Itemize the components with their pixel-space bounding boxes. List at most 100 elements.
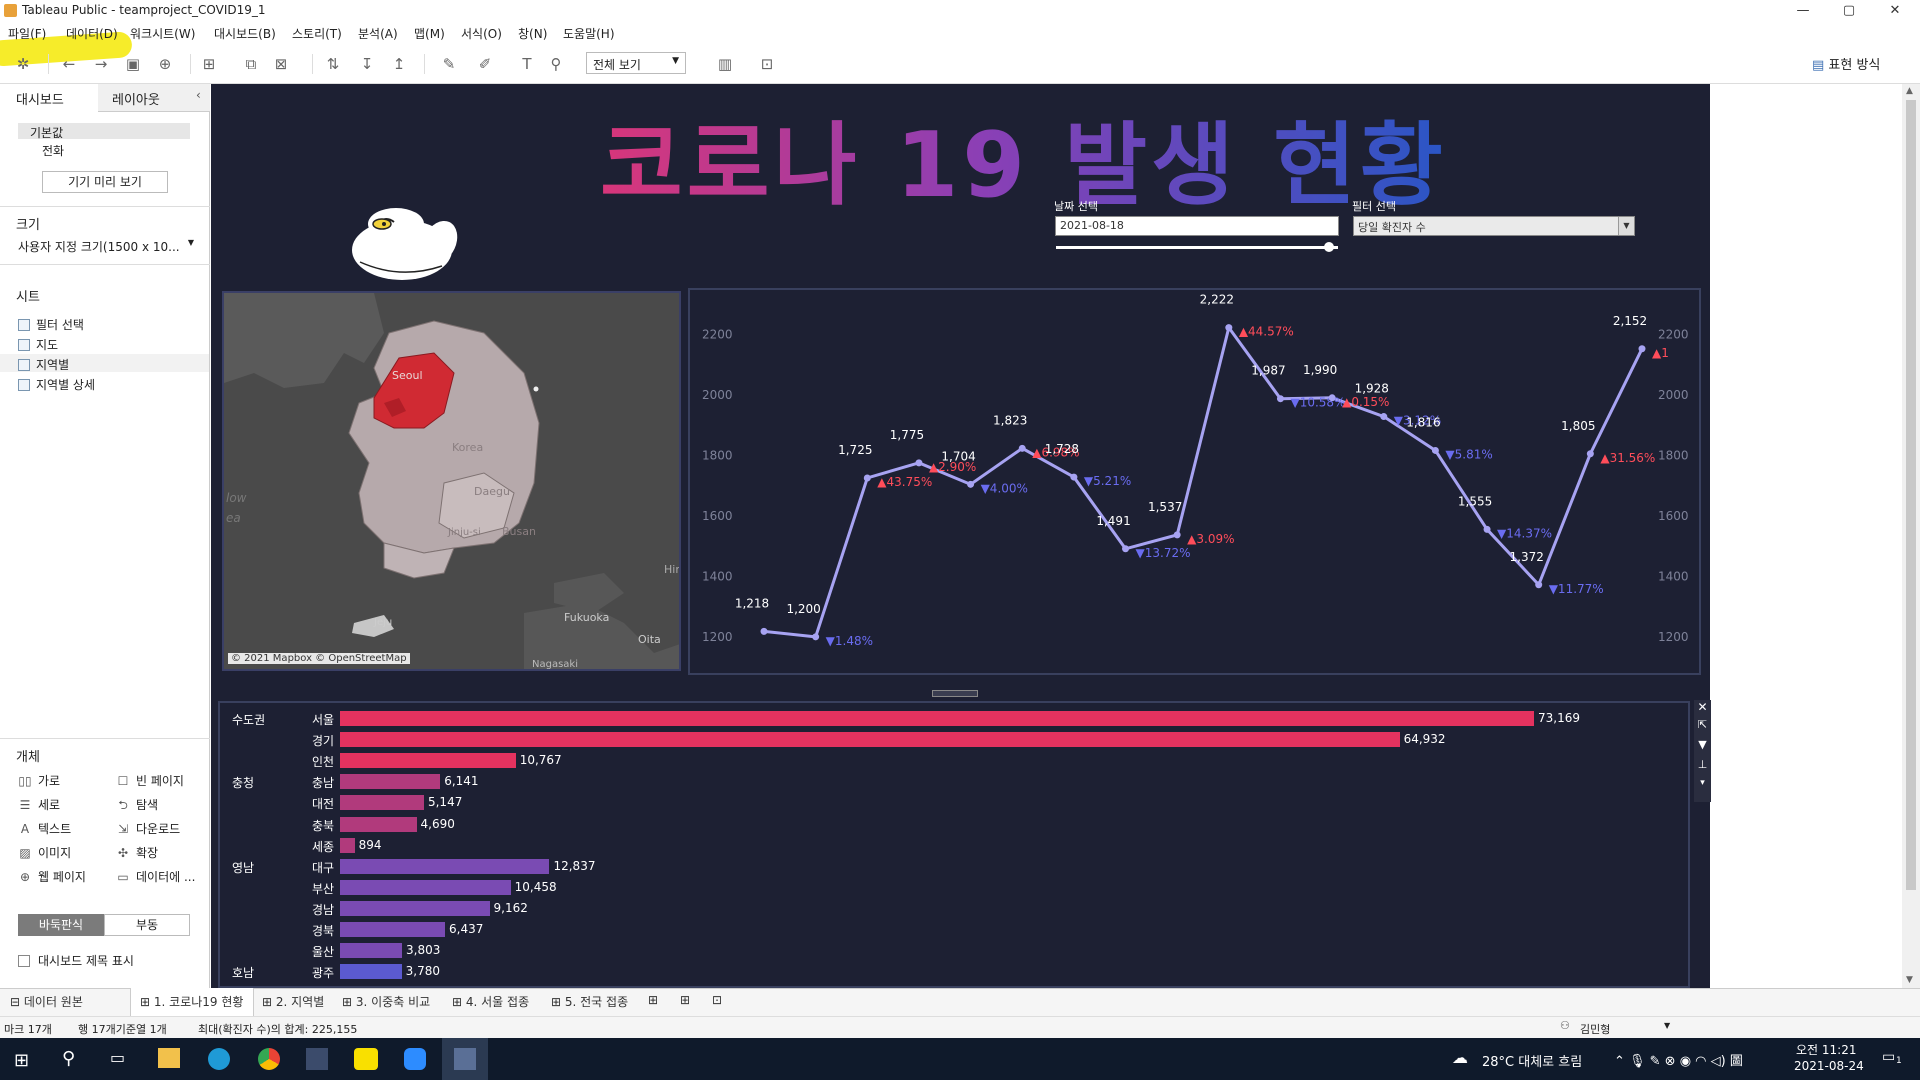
highlight-icon[interactable]: ✎ <box>438 54 460 74</box>
swap-axes-icon[interactable]: ⇅ <box>322 54 344 74</box>
tableau-logo-icon[interactable]: ✲ <box>12 54 34 74</box>
duplicate-sheet-icon[interactable]: ⧉ <box>240 54 262 74</box>
sheet-item-region[interactable]: 지역별 <box>18 356 69 373</box>
file-explorer-icon[interactable] <box>158 1048 180 1068</box>
filter-icon[interactable]: ▼ <box>1694 738 1711 758</box>
tab-layout[interactable]: 레이아웃 <box>112 89 160 108</box>
save-icon[interactable]: ▣ <box>122 54 144 74</box>
bar[interactable] <box>340 711 1534 726</box>
tableau-active-icon[interactable] <box>454 1048 476 1070</box>
scroll-down-icon[interactable]: ▼ <box>1906 975 1913 985</box>
tab-dashboard[interactable]: 대시보드 <box>16 89 64 108</box>
scrollbar-thumb[interactable] <box>1906 100 1916 890</box>
size-select[interactable]: 사용자 지정 크기(1500 x 10... ▼ <box>18 238 194 255</box>
scroll-up-icon[interactable]: ▲ <box>1906 86 1913 96</box>
edge-browser-icon[interactable] <box>208 1048 230 1070</box>
view-size-select[interactable]: 전체 보기 ▼ <box>586 52 686 74</box>
menu-analysis[interactable]: 분석(A) <box>358 25 398 42</box>
menu-window[interactable]: 창(N) <box>518 25 547 42</box>
menu-map[interactable]: 맵(M) <box>414 25 445 42</box>
tab-sheet-4[interactable]: ⊞ 4. 서울 접종 <box>452 993 529 1010</box>
sheet-item-map[interactable]: 지도 <box>18 336 58 353</box>
undo-icon[interactable]: ← <box>58 54 80 74</box>
close-button[interactable]: ✕ <box>1872 0 1918 22</box>
pin-icon[interactable]: ⊥ <box>1694 758 1711 778</box>
bar[interactable] <box>340 837 355 853</box>
bar[interactable] <box>340 795 424 811</box>
bar[interactable] <box>340 753 516 769</box>
new-datasource-icon[interactable]: ⊕ <box>154 54 176 74</box>
bar[interactable] <box>340 774 441 790</box>
bar[interactable] <box>340 964 402 980</box>
sort-ascending-icon[interactable]: ↧ <box>356 54 378 74</box>
status-user[interactable]: 김민형 <box>1580 1021 1610 1037</box>
tab-sheet-2[interactable]: ⊞ 2. 지역별 <box>262 993 324 1010</box>
bar[interactable] <box>340 879 511 895</box>
date-input[interactable]: 2021-08-18 <box>1055 216 1339 236</box>
new-story-tab-icon[interactable]: ⊡ <box>712 993 722 1007</box>
show-title-checkbox[interactable]: 대시보드 제목 표시 <box>18 952 134 969</box>
tableau-taskbar-icon[interactable] <box>306 1048 328 1070</box>
menu-dashboard[interactable]: 대시보드(B) <box>214 25 276 42</box>
object-navigation[interactable]: ⮌ 탐색 <box>116 796 158 817</box>
sort-descending-icon[interactable]: ↥ <box>388 54 410 74</box>
bar[interactable] <box>340 943 403 959</box>
tab-sheet-3[interactable]: ⊞ 3. 이중축 비교 <box>342 993 430 1010</box>
clock-date[interactable]: 2021-08-24 <box>1794 1059 1864 1073</box>
menu-file[interactable]: 파일(F) <box>8 25 46 42</box>
bar[interactable] <box>340 900 490 916</box>
new-worksheet-icon[interactable]: ⊞ <box>198 54 220 74</box>
bar[interactable] <box>340 816 417 832</box>
floating-toggle[interactable]: 부동 <box>104 914 190 936</box>
measure-select[interactable]: 당일 확진자 수 ▼ <box>1353 216 1635 236</box>
date-slider-track[interactable] <box>1056 246 1338 249</box>
go-to-sheet-icon[interactable]: ⇱ <box>1694 718 1711 738</box>
menu-worksheet[interactable]: 워크시트(W) <box>130 25 195 42</box>
device-default[interactable]: 기본값 <box>30 124 63 141</box>
group-icon[interactable]: ✐ <box>474 54 496 74</box>
object-download[interactable]: ⇲ 다운로드 <box>116 820 180 837</box>
task-view-icon[interactable]: ▭ <box>110 1048 125 1067</box>
remove-zone-icon[interactable]: ✕ <box>1694 700 1711 718</box>
show-me-button[interactable]: ▤ 표현 방식 <box>1812 54 1880 73</box>
tiled-toggle[interactable]: 바둑판식 <box>18 914 104 936</box>
menu-help[interactable]: 도움말(H) <box>563 25 615 42</box>
date-slider-thumb[interactable] <box>1324 242 1334 252</box>
notification-icon[interactable]: ▭ <box>1882 1049 1895 1065</box>
object-blank[interactable]: ☐ 빈 페이지 <box>116 772 184 789</box>
object-extension[interactable]: ✣ 확장 <box>116 844 158 861</box>
tray-icons[interactable]: ⌃ 🎙 ✎ ⊗ ◉ ◠ ◁) 圖 <box>1614 1050 1743 1069</box>
korea-map[interactable]: Seoul Korea Daegu Busan Jinju-si Jeju Fu… <box>222 291 681 671</box>
chart-type-icon[interactable]: ▥ <box>714 54 736 74</box>
sheet-item-filter[interactable]: 필터 선택 <box>18 316 84 333</box>
zoom-icon[interactable] <box>404 1048 426 1070</box>
device-preview-button[interactable]: 기기 미리 보기 <box>42 171 168 193</box>
map-attribution[interactable]: © 2021 Mapbox © OpenStreetMap <box>228 653 410 664</box>
object-data-story[interactable]: ▭ 데이터에 ... <box>116 868 195 885</box>
bar[interactable] <box>340 732 1400 748</box>
chrome-icon[interactable] <box>258 1048 280 1070</box>
presentation-mode-icon[interactable]: ⊡ <box>756 54 778 74</box>
bar[interactable] <box>340 858 550 874</box>
layout-splitter-handle[interactable] <box>932 690 978 697</box>
weather-text[interactable]: 28°C 대체로 흐림 <box>1482 1051 1582 1070</box>
windows-start-icon[interactable]: ⊞ <box>14 1050 29 1071</box>
collapse-icon[interactable]: ‹ <box>196 88 201 102</box>
object-image[interactable]: ▨ 이미지 <box>18 844 71 861</box>
new-dashboard-tab-icon[interactable]: ⊞ <box>680 993 690 1007</box>
object-webpage[interactable]: ⊕ 웹 페이지 <box>18 868 86 885</box>
sheet-item-region-detail[interactable]: 지역별 상세 <box>18 376 95 393</box>
clear-sheet-icon[interactable]: ⊠ <box>270 54 292 74</box>
maximize-button[interactable]: ▢ <box>1826 0 1872 22</box>
menu-format[interactable]: 서식(O) <box>461 25 502 42</box>
new-worksheet-tab-icon[interactable]: ⊞ <box>648 993 658 1007</box>
menu-data[interactable]: 데이터(D) <box>66 25 118 42</box>
device-phone[interactable]: 전화 <box>42 142 64 159</box>
tab-data-source[interactable]: ⊟ 데이터 원본 <box>10 993 83 1010</box>
fix-axes-icon[interactable]: ⚲ <box>545 54 567 74</box>
menu-story[interactable]: 스토리(T) <box>292 25 342 42</box>
more-options-icon[interactable]: ▾ <box>1694 778 1711 796</box>
tab-sheet-5[interactable]: ⊞ 5. 전국 접종 <box>551 993 628 1010</box>
object-text[interactable]: A 텍스트 <box>18 820 71 837</box>
object-vertical[interactable]: ☰ 세로 <box>18 796 60 813</box>
